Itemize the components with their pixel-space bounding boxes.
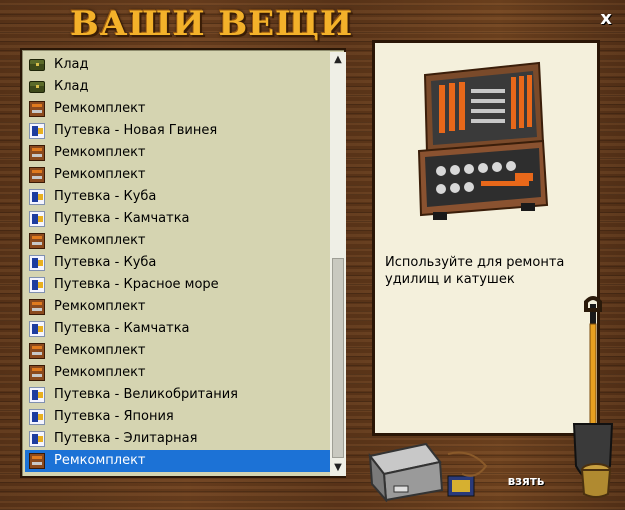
list-item[interactable]: Ремкомплект xyxy=(25,164,330,186)
list-item-label: Ремкомплект xyxy=(54,299,146,314)
list-item[interactable]: Путевка - Куба xyxy=(25,252,330,274)
scroll-up-button[interactable]: ▲ xyxy=(330,52,346,68)
repair-kit-icon xyxy=(29,343,45,359)
treasure-chest-icon xyxy=(29,81,45,93)
travel-voucher-icon xyxy=(29,321,45,337)
list-item-label: Клад xyxy=(54,79,89,94)
list-item-label: Ремкомплект xyxy=(54,167,146,182)
list-item[interactable]: Ремкомплект xyxy=(25,296,330,318)
bag-icon xyxy=(580,463,612,498)
travel-voucher-icon xyxy=(29,277,45,293)
travel-voucher-icon xyxy=(29,387,45,403)
list-item[interactable]: Путевка - Красное море xyxy=(25,274,330,296)
list-item-label: Ремкомплект xyxy=(54,145,146,160)
list-item[interactable]: Путевка - Новая Гвинея xyxy=(25,120,330,142)
window-title: ВАШИ ВЕЩИ xyxy=(70,4,354,44)
travel-voucher-icon xyxy=(29,123,45,139)
list-item[interactable]: Путевка - Куба xyxy=(25,186,330,208)
list-item[interactable]: Ремкомплект xyxy=(25,230,330,252)
list-item[interactable]: Клад xyxy=(25,76,330,98)
toolbox-icon xyxy=(417,61,549,220)
list-item[interactable]: Путевка - Япония xyxy=(25,406,330,428)
list-item-label: Путевка - Куба xyxy=(54,189,157,204)
list-item[interactable]: Путевка - Камчатка xyxy=(25,208,330,230)
repair-kit-icon xyxy=(29,145,45,161)
list-item[interactable]: Клад xyxy=(25,54,330,76)
travel-voucher-icon xyxy=(29,189,45,205)
travel-voucher-icon xyxy=(29,409,45,425)
list-item-label: Путевка - Камчатка xyxy=(54,211,190,226)
list-item-label: Ремкомплект xyxy=(54,101,146,116)
list-item-label: Путевка - Элитарная xyxy=(54,431,198,446)
repair-kit-icon xyxy=(29,101,45,117)
list-item-label: Ремкомплект xyxy=(54,365,146,380)
take-button[interactable]: взять xyxy=(504,472,548,490)
list-item[interactable]: Ремкомплект xyxy=(25,98,330,120)
list-item-label: Путевка - Куба xyxy=(54,255,157,270)
list-item[interactable]: Ремкомплект xyxy=(25,340,330,362)
list-item-label: Клад xyxy=(54,57,89,72)
close-button[interactable]: x xyxy=(596,9,616,29)
item-description: Используйте для ремонта удилищ и катушек xyxy=(385,255,565,287)
list-item-label: Ремкомплект xyxy=(54,453,146,468)
travel-voucher-icon xyxy=(29,255,45,271)
list-item[interactable]: Путевка - Камчатка xyxy=(25,318,330,340)
inventory-list-items: Клад Клад Ремкомплект Путевка - Новая Гвине… xyxy=(25,54,330,472)
list-item-label: Путевка - Япония xyxy=(54,409,174,424)
list-item-label: Ремкомплект xyxy=(54,233,146,248)
scroll-thumb[interactable] xyxy=(332,258,344,458)
inventory-list: Клад Клад Ремкомплект Путевка - Новая Гвине… xyxy=(20,48,346,478)
list-item-label: Путевка - Великобритания xyxy=(54,387,238,402)
list-item[interactable]: Ремкомплект xyxy=(25,142,330,164)
list-item[interactable]: Ремкомплект xyxy=(25,450,330,472)
repair-kit-icon xyxy=(29,233,45,249)
list-item[interactable]: Путевка - Великобритания xyxy=(25,384,330,406)
list-item[interactable]: Путевка - Элитарная xyxy=(25,428,330,450)
repair-kit-icon xyxy=(29,299,45,315)
list-item-label: Путевка - Новая Гвинея xyxy=(54,123,218,138)
tackle-box-icon xyxy=(368,442,488,502)
list-item-label: Ремкомплект xyxy=(54,343,146,358)
list-item-label: Путевка - Камчатка xyxy=(54,321,190,336)
travel-voucher-icon xyxy=(29,431,45,447)
repair-kit-icon xyxy=(29,167,45,183)
travel-voucher-icon xyxy=(29,211,45,227)
list-item[interactable]: Ремкомплект xyxy=(25,362,330,384)
repair-kit-icon xyxy=(29,453,45,469)
scroll-down-button[interactable]: ▼ xyxy=(330,460,346,476)
repair-kit-icon xyxy=(29,365,45,381)
scrollbar[interactable]: ▲ ▼ xyxy=(330,52,346,476)
list-item-label: Путевка - Красное море xyxy=(54,277,219,292)
treasure-chest-icon xyxy=(29,59,45,71)
